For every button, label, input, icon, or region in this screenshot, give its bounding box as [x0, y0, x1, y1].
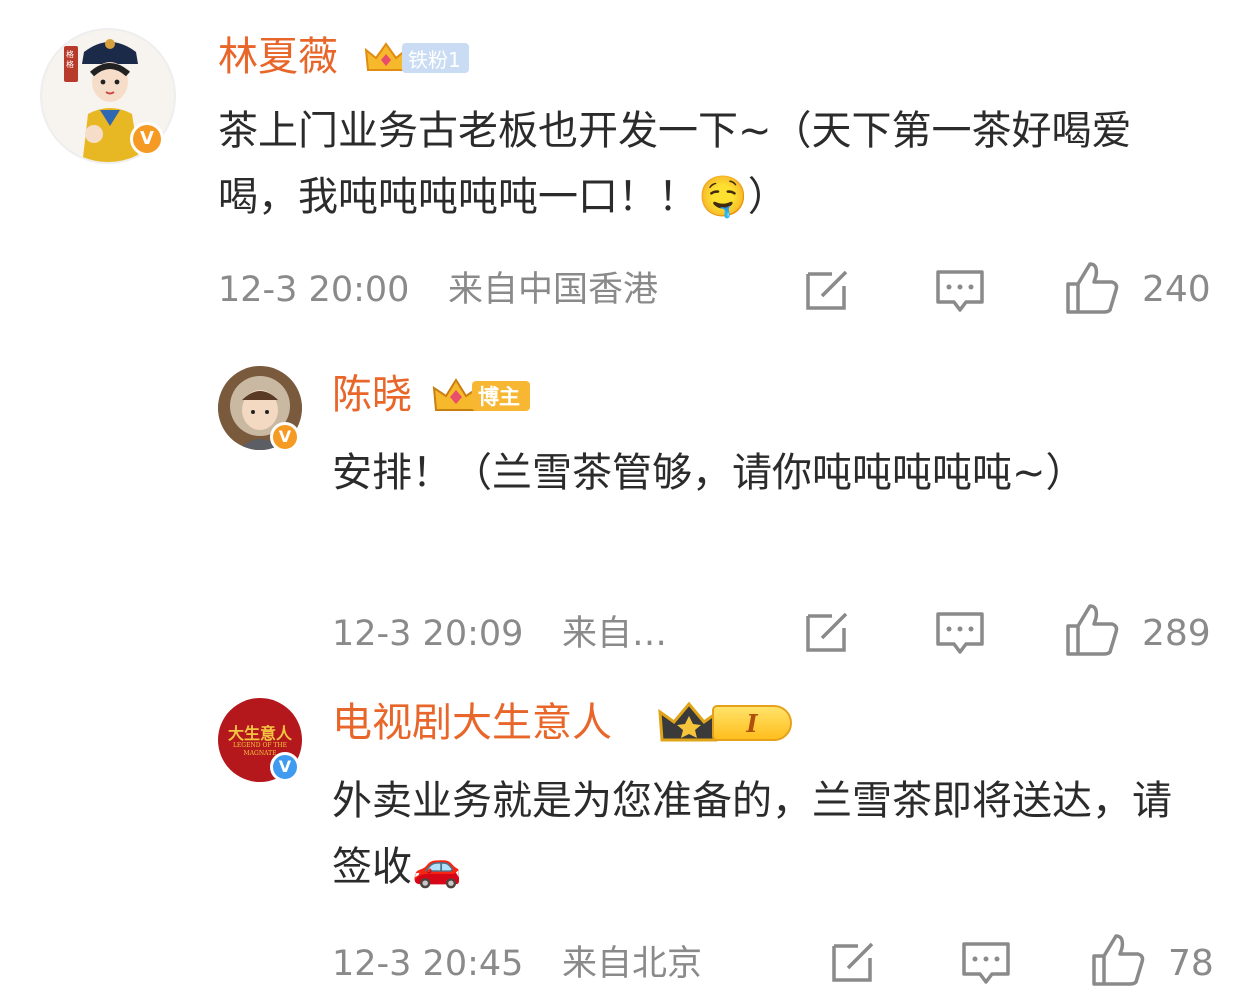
comment-text: 安排！（兰雪茶管够，请你吨吨吨吨吨~）	[332, 450, 1086, 496]
comment-time: 12-3 20:45	[332, 944, 524, 984]
level-badge[interactable]: I	[658, 700, 792, 746]
comment-icon[interactable]	[934, 266, 986, 316]
share-icon[interactable]	[802, 264, 854, 316]
verified-badge: V	[130, 122, 164, 156]
comment-text: 外卖业务就是为您准备的，兰雪茶即将送达，请签收🚗	[332, 778, 1172, 890]
comment-icon[interactable]	[960, 938, 1012, 988]
like-count: 240	[1142, 269, 1211, 310]
comment-source: 来自…	[562, 614, 668, 654]
share-icon[interactable]	[802, 606, 854, 658]
like-count: 289	[1142, 613, 1211, 654]
thumbs-up-icon[interactable]	[1064, 602, 1120, 658]
avatar-seal-text: 格格	[66, 50, 74, 69]
avatar-title: 大生意人	[227, 724, 292, 743]
thumbs-up-icon[interactable]	[1064, 260, 1120, 316]
username[interactable]: 林夏薇	[218, 32, 338, 82]
host-badge-label: 博主	[472, 381, 530, 411]
comment-time: 12-3 20:09	[332, 614, 524, 654]
share-icon[interactable]	[828, 936, 880, 988]
fan-badge-label: 铁粉1	[402, 43, 469, 73]
comment-source: 来自北京	[562, 944, 703, 984]
comment-source: 来自中国香港	[448, 270, 659, 310]
crown-icon	[658, 701, 720, 742]
verified-badge: V	[270, 752, 300, 782]
thumbs-up-icon[interactable]	[1090, 932, 1146, 988]
username[interactable]: 陈晓	[332, 370, 412, 420]
host-badge[interactable]: 博主	[432, 376, 530, 416]
username[interactable]: 电视剧大生意人	[332, 698, 612, 748]
comment-text: 茶上门业务古老板也开发一下~（天下第一茶好喝爱喝，我吨吨吨吨吨一口！！🤤）	[218, 108, 1132, 220]
comment-icon[interactable]	[934, 608, 986, 658]
verified-badge: V	[270, 422, 300, 452]
level-badge-label: I	[712, 705, 792, 741]
like-count: 78	[1168, 943, 1214, 984]
fan-badge[interactable]: 铁粉1	[364, 40, 469, 76]
comment-time: 12-3 20:00	[218, 270, 410, 310]
